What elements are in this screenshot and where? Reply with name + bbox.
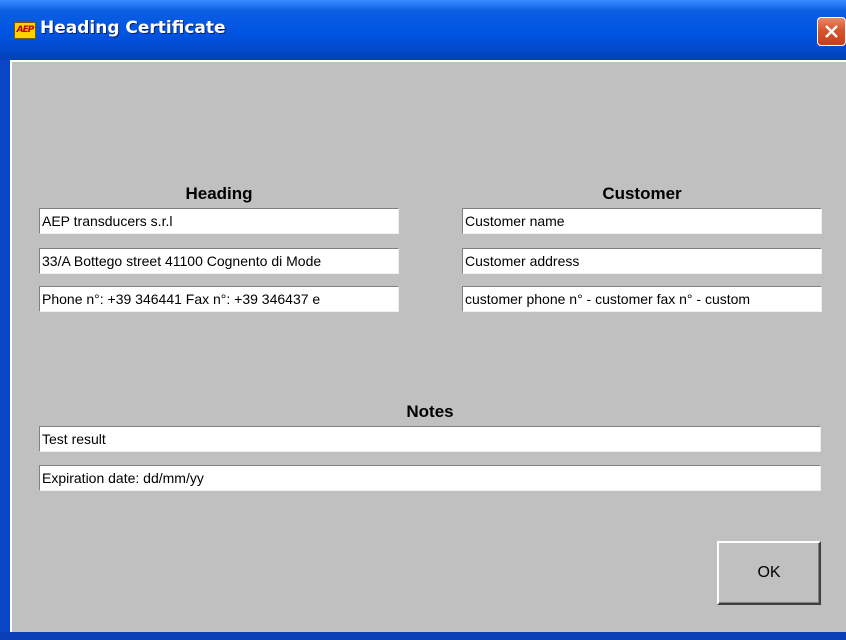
- notes-test-result-field[interactable]: Test result: [39, 426, 821, 452]
- customer-name-field[interactable]: Customer name: [462, 208, 822, 234]
- heading-contacts-field[interactable]: Phone n°: +39 346441 Fax n°: +39 346437 …: [39, 286, 399, 312]
- close-icon: [825, 25, 838, 38]
- window-frame-left: [0, 60, 10, 640]
- ok-button[interactable]: OK: [717, 541, 821, 605]
- heading-address-field[interactable]: 33/A Bottego street 41100 Cognento di Mo…: [39, 248, 399, 274]
- window-title: Heading Certificate: [40, 18, 226, 38]
- heading-section-title: Heading: [185, 184, 253, 203]
- notes-expiration-field[interactable]: Expiration date: dd/mm/yy: [39, 465, 821, 491]
- customer-section-title: Customer: [602, 184, 682, 203]
- customer-address-field[interactable]: Customer address: [462, 248, 822, 274]
- close-button[interactable]: [817, 17, 846, 46]
- title-bar[interactable]: AEP Heading Certificate: [0, 0, 846, 60]
- customer-contacts-field[interactable]: customer phone n° - customer fax n° - cu…: [462, 286, 822, 312]
- dialog-window: AEP Heading Certificate Heading AEP tran…: [0, 0, 846, 640]
- window-frame-bottom: [0, 632, 846, 640]
- heading-company-field[interactable]: AEP transducers s.r.l: [39, 208, 399, 234]
- notes-section-title: Notes: [406, 402, 454, 421]
- aep-logo-icon: AEP: [14, 22, 36, 39]
